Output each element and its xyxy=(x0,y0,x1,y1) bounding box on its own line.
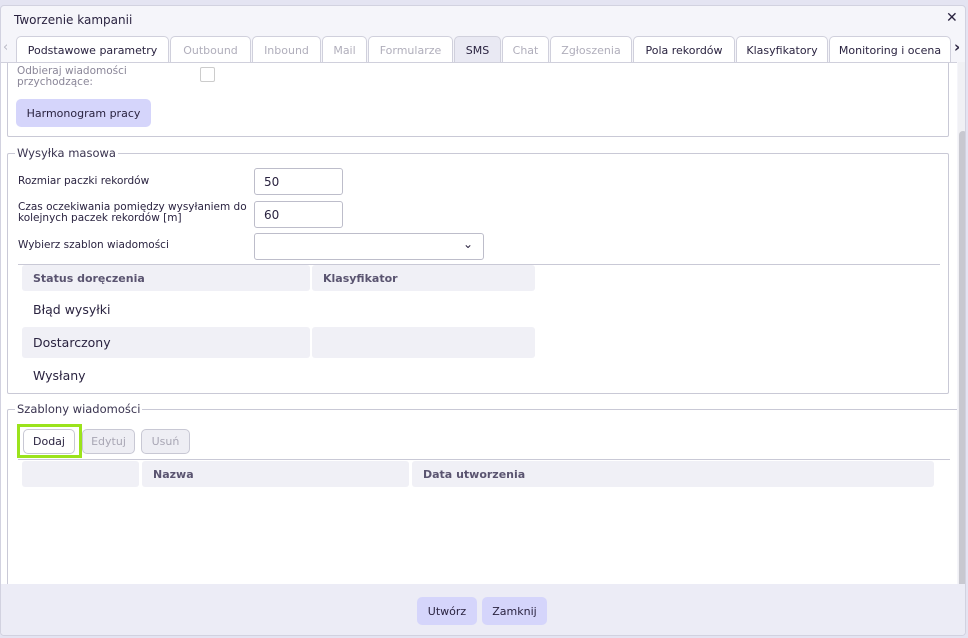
edit-button[interactable]: Edytuj xyxy=(82,429,135,454)
tab-zgłoszenia[interactable]: Zgłoszenia xyxy=(550,36,632,63)
tab-content: Odbieraj wiadomości przychodzące: Harmon… xyxy=(1,62,957,584)
table-row[interactable]: Błąd wysyłki xyxy=(22,294,310,325)
tab-chat[interactable]: Chat xyxy=(502,36,549,63)
tab-inbound[interactable]: Inbound xyxy=(252,36,321,63)
tab-formularze[interactable]: Formularze xyxy=(368,36,453,63)
close-icon[interactable]: ✕ xyxy=(946,10,958,26)
batch-size-input[interactable]: 50 xyxy=(254,168,343,195)
batch-label: Rozmiar paczki rekordów xyxy=(18,175,150,187)
tab-podstawowe-parametry[interactable]: Podstawowe parametry xyxy=(16,36,169,63)
add-button[interactable]: Dodaj xyxy=(23,429,75,454)
close-button[interactable]: Zamknij xyxy=(482,597,547,625)
dialog-title: Tworzenie kampanii xyxy=(14,13,133,27)
column-header[interactable] xyxy=(22,461,139,487)
column-header[interactable]: Klasyfikator xyxy=(312,265,535,291)
templates-legend: Szablony wiadomości xyxy=(15,402,143,416)
tab-monitoring-i-ocena[interactable]: Monitoring i ocena xyxy=(829,36,951,63)
mass-legend: Wysyłka masowa xyxy=(15,146,118,160)
dialog-footer: Utwórz Zamknij xyxy=(1,584,965,635)
template-select[interactable]: ⌄ xyxy=(254,233,484,260)
tab-mail[interactable]: Mail xyxy=(322,36,367,63)
column-header[interactable]: Nazwa xyxy=(142,461,409,487)
template-label: Wybierz szablon wiadomości xyxy=(18,239,169,251)
column-header[interactable]: Status doręczenia xyxy=(22,265,310,291)
schedule-button[interactable]: Harmonogram pracy xyxy=(16,99,151,127)
tab-outbound[interactable]: Outbound xyxy=(170,36,251,63)
table-cell[interactable] xyxy=(312,327,535,358)
tabs-scroll-left-icon[interactable]: ‹ xyxy=(3,40,8,55)
delete-button[interactable]: Usuń xyxy=(141,429,190,454)
divider xyxy=(18,459,950,460)
tab-sms[interactable]: SMS xyxy=(454,36,501,63)
wait-label: Czas oczekiwania pomiędzy wysyłaniem do … xyxy=(18,201,247,224)
scrollbar-thumb[interactable] xyxy=(959,131,965,591)
column-header[interactable]: Data utworzenia xyxy=(412,461,934,487)
create-button[interactable]: Utwórz xyxy=(417,597,477,625)
campaign-dialog: Tworzenie kampanii ✕ ‹ Podstawowe parame… xyxy=(0,5,966,636)
chevron-down-icon: ⌄ xyxy=(462,237,473,251)
incoming-checkbox[interactable] xyxy=(200,67,215,82)
wait-time-input[interactable]: 60 xyxy=(254,201,343,228)
table-row[interactable]: Dostarczony xyxy=(22,327,310,358)
tab-klasyfikatory[interactable]: Klasyfikatory xyxy=(736,36,828,63)
incoming-label: Odbieraj wiadomości przychodzące: xyxy=(17,65,127,88)
tab-pola-rekordów[interactable]: Pola rekordów xyxy=(633,36,735,63)
tabs-scroll-right-icon[interactable]: › xyxy=(954,38,960,56)
table-row[interactable]: Wysłany xyxy=(22,360,310,391)
